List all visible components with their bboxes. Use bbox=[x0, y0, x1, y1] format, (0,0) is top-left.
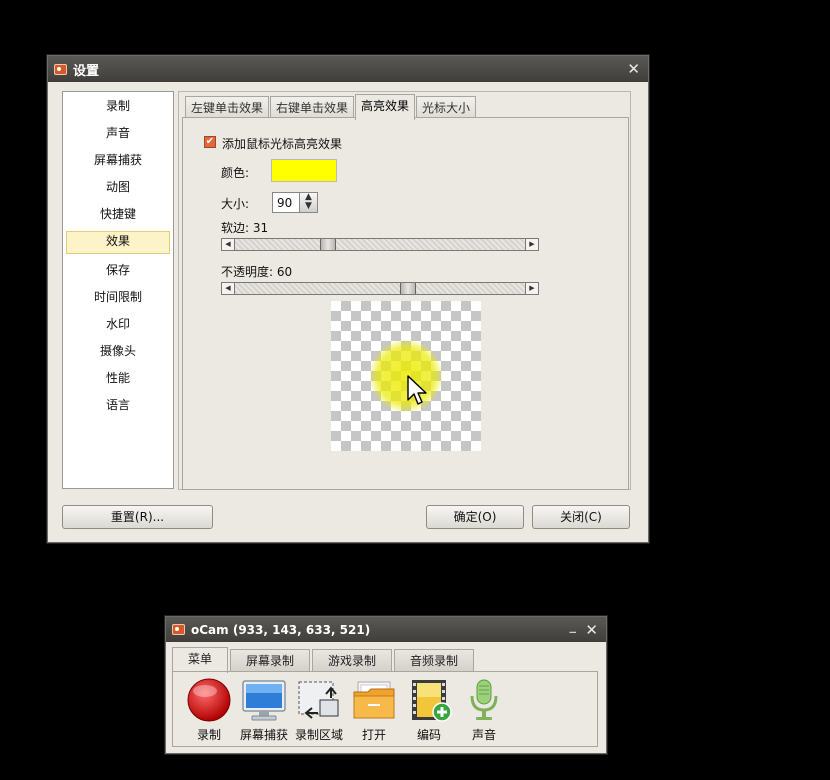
size-spinbox[interactable]: 90 ▲ ▼ bbox=[272, 192, 318, 213]
nav-item-effects[interactable]: 效果 bbox=[66, 231, 170, 254]
effects-tabs: 左键单击效果 右键单击效果 高亮效果 光标大小 bbox=[185, 94, 477, 120]
ocam-tabs: 菜单 屏幕录制 游戏录制 音频录制 bbox=[172, 647, 476, 673]
color-swatch-button[interactable] bbox=[271, 159, 337, 182]
nav-item-time-limit[interactable]: 时间限制 bbox=[63, 284, 173, 311]
nav-item-screen-capture[interactable]: 屏幕捕获 bbox=[63, 147, 173, 174]
reset-button[interactable]: 重置(R)... bbox=[62, 505, 213, 529]
sound-label: 声音 bbox=[471, 728, 496, 742]
nav-item-language[interactable]: 语言 bbox=[63, 392, 173, 419]
open-label: 打开 bbox=[361, 728, 386, 742]
ocam-titlebar[interactable]: oCam (933, 143, 633, 521) _ ✕ bbox=[166, 617, 606, 642]
monitor-icon bbox=[241, 678, 287, 722]
ocam-main-window: oCam (933, 143, 633, 521) _ ✕ 菜单 屏幕录制 游戏… bbox=[165, 616, 607, 754]
tab-audio-record[interactable]: 音频录制 bbox=[394, 649, 475, 672]
nav-item-save[interactable]: 保存 bbox=[63, 257, 173, 284]
highlight-glow bbox=[370, 340, 442, 412]
opacity-slider-thumb[interactable] bbox=[399, 283, 416, 294]
settings-nav-list: 录制 声音 屏幕捕获 动图 快捷键 效果 保存 时间限制 水印 摄像头 性能 语… bbox=[62, 91, 174, 489]
settings-titlebar[interactable]: 设置 ✕ bbox=[48, 56, 648, 82]
record-icon bbox=[186, 678, 232, 722]
nav-item-hotkeys[interactable]: 快捷键 bbox=[63, 201, 173, 228]
softness-label: 软边: 31 bbox=[221, 221, 269, 235]
nav-item-performance[interactable]: 性能 bbox=[63, 365, 173, 392]
size-value[interactable]: 90 bbox=[277, 196, 292, 210]
slider-left-arrow-icon[interactable]: ◀ bbox=[222, 239, 235, 250]
film-add-icon bbox=[406, 678, 452, 722]
folder-icon bbox=[351, 678, 397, 722]
encode-label: 编码 bbox=[416, 728, 441, 742]
ocam-title: oCam (933, 143, 633, 521) bbox=[191, 622, 371, 637]
slider-left-arrow-icon[interactable]: ◀ bbox=[222, 283, 235, 294]
open-button[interactable]: 打开 bbox=[345, 678, 403, 743]
resize-region-icon bbox=[296, 678, 342, 722]
spin-arrows-icon[interactable]: ▲ ▼ bbox=[299, 193, 317, 212]
ok-button[interactable]: 确定(O) bbox=[426, 505, 524, 529]
record-label: 录制 bbox=[196, 728, 221, 742]
highlight-effect-panel: ✔ 添加鼠标光标高亮效果 颜色: 大小: 90 ▲ ▼ 软边: 31 ◀ ▶ 不透… bbox=[182, 117, 629, 490]
color-label: 颜色: bbox=[221, 166, 250, 180]
size-label: 大小: bbox=[221, 197, 250, 211]
screen-capture-button[interactable]: 屏幕捕获 bbox=[235, 678, 293, 743]
sound-button[interactable]: 声音 bbox=[455, 678, 513, 743]
record-region-label: 录制区域 bbox=[294, 728, 343, 742]
enable-highlight-label[interactable]: 添加鼠标光标高亮效果 bbox=[222, 135, 342, 152]
minimize-icon[interactable]: _ bbox=[570, 619, 577, 634]
mouse-cursor-icon bbox=[407, 375, 427, 405]
opacity-slider[interactable]: ◀ ▶ bbox=[221, 282, 539, 295]
nav-item-record[interactable]: 录制 bbox=[63, 93, 173, 120]
tab-screen-record[interactable]: 屏幕录制 bbox=[230, 649, 311, 672]
slider-right-arrow-icon[interactable]: ▶ bbox=[525, 283, 538, 294]
ocam-app-icon bbox=[54, 63, 67, 75]
microphone-icon bbox=[461, 678, 507, 722]
close-button[interactable]: 关闭(C) bbox=[532, 505, 630, 529]
nav-item-sound[interactable]: 声音 bbox=[63, 120, 173, 147]
opacity-label: 不透明度: 60 bbox=[221, 265, 293, 279]
close-icon[interactable]: ✕ bbox=[585, 621, 598, 639]
tab-highlight-effect[interactable]: 高亮效果 bbox=[355, 94, 416, 120]
softness-slider[interactable]: ◀ ▶ bbox=[221, 238, 539, 251]
settings-title: 设置 bbox=[73, 63, 100, 79]
tab-game-record[interactable]: 游戏录制 bbox=[312, 649, 393, 672]
enable-highlight-checkbox[interactable]: ✔ bbox=[204, 136, 216, 148]
softness-slider-thumb[interactable] bbox=[319, 239, 336, 250]
nav-item-webcam[interactable]: 摄像头 bbox=[63, 338, 173, 365]
tab-cursor-size[interactable]: 光标大小 bbox=[416, 96, 477, 119]
slider-right-arrow-icon[interactable]: ▶ bbox=[525, 239, 538, 250]
record-button[interactable]: 录制 bbox=[180, 678, 238, 743]
ocam-toolbar: 录制 屏幕捕获 录制区域 打开 编码 声音 bbox=[172, 671, 598, 747]
highlight-preview bbox=[331, 301, 481, 451]
encode-button[interactable]: 编码 bbox=[400, 678, 458, 743]
ocam-app-icon bbox=[172, 624, 185, 635]
close-icon[interactable]: ✕ bbox=[627, 60, 640, 78]
settings-dialog: 设置 ✕ 录制 声音 屏幕捕获 动图 快捷键 效果 保存 时间限制 水印 摄像头… bbox=[47, 55, 649, 543]
screen-capture-label: 屏幕捕获 bbox=[239, 728, 288, 742]
tab-right-click-effect[interactable]: 右键单击效果 bbox=[270, 96, 355, 119]
tab-menu[interactable]: 菜单 bbox=[172, 647, 229, 673]
nav-item-gif[interactable]: 动图 bbox=[63, 174, 173, 201]
tab-left-click-effect[interactable]: 左键单击效果 bbox=[185, 96, 270, 119]
nav-item-watermark[interactable]: 水印 bbox=[63, 311, 173, 338]
record-region-button[interactable]: 录制区域 bbox=[290, 678, 348, 743]
